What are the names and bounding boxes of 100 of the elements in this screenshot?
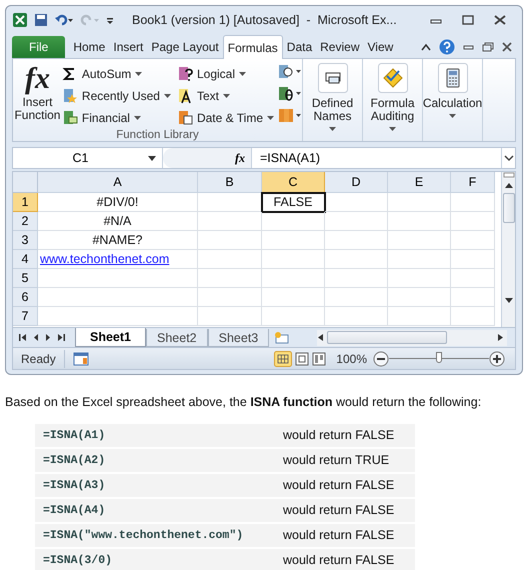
undo-icon[interactable]	[54, 13, 74, 27]
empty-cell[interactable]	[198, 250, 262, 269]
insert-sheet-icon[interactable]	[273, 330, 292, 344]
empty-cell[interactable]	[198, 231, 262, 250]
empty-cell[interactable]	[325, 193, 388, 212]
save-icon[interactable]	[34, 13, 48, 27]
page-layout-view-icon[interactable]	[295, 352, 310, 366]
empty-cell[interactable]	[325, 288, 388, 307]
empty-cell[interactable]	[262, 212, 325, 231]
zoom-slider-thumb[interactable]	[436, 352, 442, 363]
scroll-down-icon[interactable]	[504, 297, 514, 305]
horizontal-scrollbar[interactable]	[317, 330, 507, 346]
empty-cell[interactable]	[388, 231, 451, 250]
minimize-icon[interactable]	[463, 43, 474, 51]
empty-cell[interactable]	[262, 307, 325, 326]
empty-cell[interactable]	[198, 307, 262, 326]
column-header[interactable]: C	[262, 172, 325, 193]
function-menu-button[interactable]: Recently Used	[62, 86, 171, 105]
column-header[interactable]: B	[198, 172, 262, 193]
empty-cell[interactable]	[388, 193, 451, 212]
restore-icon[interactable]	[462, 15, 474, 25]
empty-cell[interactable]	[388, 250, 451, 269]
row-header[interactable]: 1	[13, 193, 38, 212]
cell-link[interactable]: www.techonthenet.com	[38, 250, 198, 269]
page-break-view-icon[interactable]	[312, 352, 326, 366]
ribbon-tab[interactable]: Home	[69, 36, 110, 58]
insert-function-button[interactable]: fx	[235, 149, 245, 167]
normal-view-icon[interactable]	[274, 350, 292, 366]
function-menu-button[interactable]: Financial	[62, 108, 171, 127]
collapse-ribbon-icon[interactable]	[421, 43, 431, 51]
scroll-up-icon[interactable]	[504, 181, 514, 189]
empty-cell[interactable]	[325, 307, 388, 326]
empty-cell[interactable]	[325, 250, 388, 269]
empty-cell[interactable]	[451, 212, 495, 231]
restore-icon[interactable]	[482, 42, 494, 52]
column-header[interactable]: E	[388, 172, 451, 193]
scrollbar-thumb[interactable]	[502, 193, 514, 223]
empty-cell[interactable]	[388, 212, 451, 231]
select-all-corner[interactable]	[13, 172, 38, 193]
ribbon-tab[interactable]: Page Layout	[147, 36, 223, 58]
empty-cell[interactable]	[388, 307, 451, 326]
function-menu-button[interactable]: AutoSum	[62, 64, 171, 83]
table-cell[interactable]: FALSE	[262, 193, 325, 212]
function-menu-button[interactable]: Date & Time	[176, 108, 274, 127]
row-header[interactable]: 2	[13, 212, 38, 231]
function-menu-button[interactable]: Text	[176, 86, 274, 105]
empty-cell[interactable]	[451, 231, 495, 250]
empty-cell[interactable]	[325, 212, 388, 231]
math-icon[interactable]	[278, 86, 302, 102]
zoom-level[interactable]: 100%	[336, 350, 367, 368]
scroll-left-icon[interactable]	[317, 333, 324, 342]
expand-caret-icon[interactable]	[501, 148, 515, 168]
empty-cell[interactable]	[262, 288, 325, 307]
ribbon-tab[interactable]: Review	[316, 36, 364, 58]
formula-field[interactable]: =ISNA(A1)	[251, 148, 501, 168]
vertical-scrollbar[interactable]	[501, 172, 515, 327]
more-functions-icon[interactable]	[278, 108, 302, 124]
insert-function-button[interactable]: fx Insert Function	[13, 62, 62, 127]
ribbon-button[interactable]: Formula Auditing	[363, 59, 423, 141]
dropdown-caret-icon[interactable]	[148, 156, 156, 160]
sheet-tab[interactable]: Sheet3	[208, 329, 270, 347]
row-header[interactable]: 4	[13, 250, 38, 269]
column-header[interactable]: A	[38, 172, 198, 193]
lookup-icon[interactable]	[278, 64, 302, 80]
ribbon-button[interactable]: Calculation	[423, 59, 483, 141]
last-sheet-icon[interactable]	[57, 333, 65, 342]
zoom-in-icon[interactable]	[489, 350, 505, 366]
empty-cell[interactable]	[388, 288, 451, 307]
sheet-tab[interactable]: Sheet1	[75, 328, 146, 347]
file-tab[interactable]: File	[12, 36, 66, 58]
function-menu-button[interactable]: Logical	[176, 64, 274, 83]
column-header[interactable]: D	[325, 172, 388, 193]
empty-cell[interactable]	[262, 269, 325, 288]
empty-cell[interactable]	[388, 269, 451, 288]
table-cell[interactable]: #DIV/0!	[38, 193, 198, 212]
row-header[interactable]: 7	[13, 307, 38, 326]
empty-cell[interactable]	[451, 250, 495, 269]
next-sheet-icon[interactable]	[45, 333, 51, 342]
row-header[interactable]: 6	[13, 288, 38, 307]
empty-cell[interactable]	[451, 288, 495, 307]
row-header[interactable]: 3	[13, 231, 38, 250]
empty-cell[interactable]	[325, 231, 388, 250]
close-icon[interactable]	[502, 42, 512, 52]
scroll-right-icon[interactable]	[497, 333, 504, 342]
table-cell[interactable]: #NAME?	[38, 231, 198, 250]
split-handle-icon[interactable]	[502, 172, 514, 178]
empty-cell[interactable]	[262, 231, 325, 250]
empty-cell[interactable]	[451, 193, 495, 212]
empty-cell[interactable]	[451, 269, 495, 288]
scrollbar-thumb[interactable]	[327, 331, 447, 344]
macro-recording-icon[interactable]	[72, 352, 89, 366]
empty-cell[interactable]	[451, 307, 495, 326]
empty-cell[interactable]	[198, 212, 262, 231]
empty-cell[interactable]	[262, 250, 325, 269]
ribbon-tab[interactable]: Insert	[109, 36, 148, 58]
empty-cell[interactable]	[198, 269, 262, 288]
previous-sheet-icon[interactable]	[33, 333, 39, 342]
name-box[interactable]: C1	[13, 148, 163, 168]
column-header[interactable]: F	[451, 172, 495, 193]
ribbon-tab[interactable]: View	[364, 36, 398, 58]
